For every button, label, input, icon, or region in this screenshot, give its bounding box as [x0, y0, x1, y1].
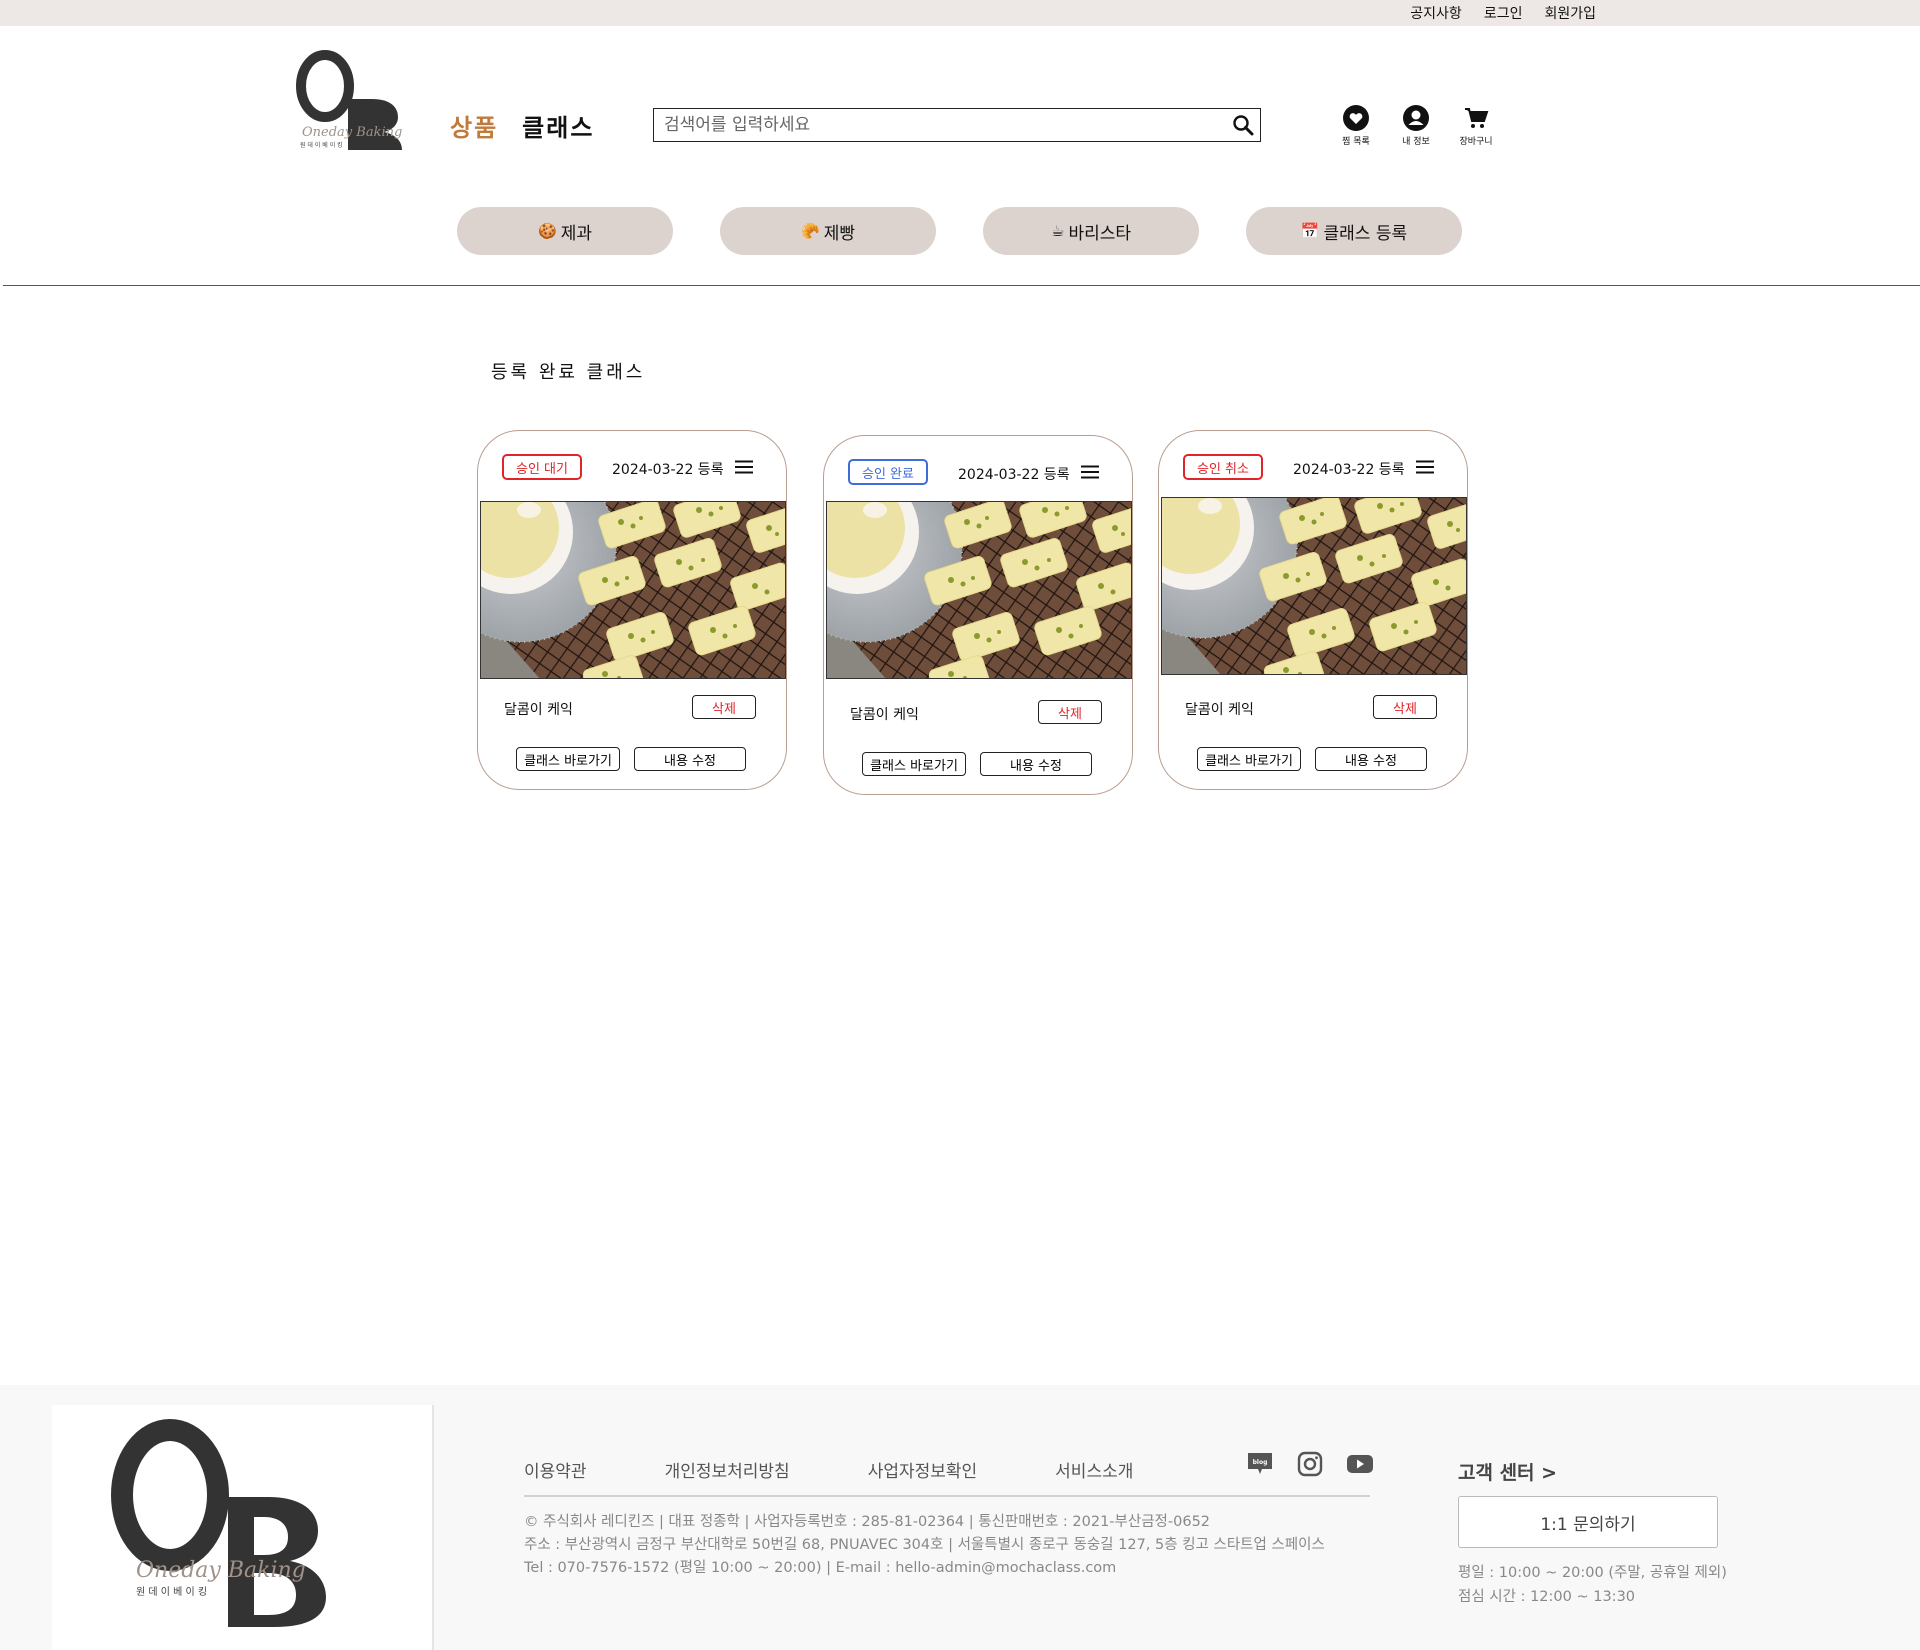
contact-line: Tel : 070-7576-1572 (평일 10:00 ~ 20:00) |… — [524, 1560, 1117, 1576]
my-info-button[interactable]: 내 정보 — [1400, 104, 1432, 147]
category-barista[interactable]: ☕ 바리스타 — [983, 207, 1199, 255]
category-bread[interactable]: 🥐 제빵 — [720, 207, 936, 255]
social-links: blog — [1246, 1451, 1374, 1477]
category-pastry[interactable]: 🍪 제과 — [457, 207, 673, 255]
status-badge: 승인 대기 — [502, 454, 582, 480]
company-info: © 주식회사 레디킨즈 | 대표 정종학 | 사업자등록번호 : 285-81-… — [524, 1511, 1325, 1580]
class-name: 달콤이 케익 — [1185, 702, 1254, 718]
status-badge: 승인 취소 — [1183, 454, 1263, 480]
menu-icon[interactable] — [1081, 465, 1099, 479]
user-icons: 찜 목록 내 정보 장바구니 — [1340, 104, 1493, 147]
inquiry-button[interactable]: 1:1 문의하기 — [1458, 1496, 1718, 1548]
site-footer: Oneday Baking 원 데 이 베 이 킹 이용약관 개인정보처리방침 … — [0, 1385, 1920, 1650]
youtube-icon[interactable] — [1346, 1451, 1374, 1477]
lunch-hours: 점심 시간 : 12:00 ~ 13:30 — [1458, 1589, 1636, 1605]
weekday-hours: 평일 : 10:00 ~ 20:00 (주말, 공휴일 제외) — [1458, 1565, 1727, 1581]
top-utility-bar: 공지사항 로그인 회원가입 — [0, 0, 1920, 26]
wishlist-button[interactable]: 찜 목록 — [1340, 104, 1372, 147]
svg-text:Oneday Baking: Oneday Baking — [136, 1558, 306, 1583]
nav-classes[interactable]: 클래스 — [522, 108, 594, 143]
delete-button[interactable]: 삭제 — [1373, 695, 1437, 719]
go-to-class-button[interactable]: 클래스 바로가기 — [862, 752, 966, 776]
register-date: 2024-03-22 등록 — [958, 467, 1070, 483]
svg-text:blog: blog — [1253, 1459, 1268, 1466]
address-line: 주소 : 부산광역시 금정구 부산대학로 50번길 68, PNUAVEC 30… — [524, 1537, 1325, 1553]
delete-button[interactable]: 삭제 — [1038, 700, 1102, 724]
search-input[interactable] — [654, 109, 1226, 141]
edit-content-button[interactable]: 내용 수정 — [634, 747, 746, 771]
coffee-icon: ☕ — [1050, 222, 1065, 240]
footer-links: 이용약관 개인정보처리방침 사업자정보확인 서비스소개 — [524, 1457, 1133, 1482]
register-date: 2024-03-22 등록 — [612, 462, 724, 478]
main-nav: 상품 클래스 — [450, 108, 594, 143]
service-intro-link[interactable]: 서비스소개 — [1055, 1457, 1133, 1482]
site-logo[interactable]: Oneday Baking 원 데 이 베 이 킹 — [292, 50, 414, 160]
my-info-label: 내 정보 — [1402, 137, 1430, 147]
heart-icon — [1343, 105, 1369, 131]
instagram-icon[interactable] — [1296, 1451, 1324, 1477]
search-box — [653, 108, 1261, 142]
svg-text:Oneday Baking: Oneday Baking — [302, 125, 402, 140]
class-thumbnail — [826, 501, 1132, 679]
header-divider — [3, 285, 1920, 286]
category-nav: 🍪 제과 🥐 제빵 ☕ 바리스타 📅 클래스 등록 — [457, 207, 1462, 255]
class-card: 승인 대기 2024-03-22 등록 달콤이 케익 삭제 클래스 바로가기 내… — [477, 430, 787, 790]
notice-link[interactable]: 공지사항 — [1410, 3, 1462, 23]
terms-link[interactable]: 이용약관 — [524, 1457, 587, 1482]
blog-icon[interactable]: blog — [1246, 1451, 1274, 1477]
logo-mark: Oneday Baking 원 데 이 베 이 킹 — [296, 50, 402, 150]
class-name: 달콤이 케익 — [850, 707, 919, 723]
top-links: 공지사항 로그인 회원가입 — [1410, 0, 1596, 26]
cookie-icon: 🍪 — [538, 222, 557, 240]
business-info-link[interactable]: 사업자정보확인 — [868, 1457, 977, 1482]
footer-logo: Oneday Baking 원 데 이 베 이 킹 — [52, 1405, 434, 1650]
class-name: 달콤이 케익 — [504, 702, 573, 718]
category-label: 제빵 — [823, 223, 855, 244]
menu-icon[interactable] — [735, 460, 753, 474]
category-label: 제과 — [560, 223, 592, 244]
category-label: 클래스 등록 — [1323, 223, 1408, 244]
edit-content-button[interactable]: 내용 수정 — [980, 752, 1092, 776]
search-icon[interactable] — [1226, 109, 1260, 141]
customer-center-link[interactable]: 고객 센터 > — [1458, 1458, 1557, 1485]
svg-text:원 데 이 베 이 킹: 원 데 이 베 이 킹 — [300, 141, 343, 149]
croissant-icon: 🥐 — [801, 222, 820, 240]
company-line: © 주식회사 레디킨즈 | 대표 정종학 | 사업자등록번호 : 285-81-… — [524, 1514, 1211, 1530]
category-class-register[interactable]: 📅 클래스 등록 — [1246, 207, 1462, 255]
class-card: 승인 완료 2024-03-22 등록 달콤이 케익 삭제 클래스 바로가기 내… — [823, 435, 1133, 795]
footer-logo-mark: Oneday Baking 원 데 이 베 이 킹 — [111, 1419, 326, 1627]
cart-icon — [1465, 108, 1489, 128]
nav-products[interactable]: 상품 — [450, 108, 498, 143]
calendar-icon: 📅 — [1300, 222, 1320, 240]
delete-button[interactable]: 삭제 — [692, 695, 756, 719]
go-to-class-button[interactable]: 클래스 바로가기 — [516, 747, 620, 771]
cart-button[interactable]: 장바구니 — [1459, 104, 1493, 147]
login-link[interactable]: 로그인 — [1484, 3, 1523, 23]
class-card: 승인 취소 2024-03-22 등록 달콤이 케익 삭제 클래스 바로가기 내… — [1158, 430, 1468, 790]
cart-label: 장바구니 — [1459, 137, 1493, 147]
edit-content-button[interactable]: 내용 수정 — [1315, 747, 1427, 771]
privacy-link[interactable]: 개인정보처리방침 — [665, 1457, 790, 1482]
menu-icon[interactable] — [1416, 460, 1434, 474]
signup-link[interactable]: 회원가입 — [1544, 3, 1596, 23]
svg-text:원 데 이 베 이 킹: 원 데 이 베 이 킹 — [136, 1586, 207, 1598]
status-badge: 승인 완료 — [848, 459, 928, 485]
class-thumbnail — [480, 501, 786, 679]
cs-hours: 평일 : 10:00 ~ 20:00 (주말, 공휴일 제외) 점심 시간 : … — [1458, 1561, 1727, 1609]
category-label: 바리스타 — [1068, 223, 1131, 244]
go-to-class-button[interactable]: 클래스 바로가기 — [1197, 747, 1301, 771]
class-thumbnail — [1161, 497, 1467, 675]
footer-divider — [524, 1495, 1370, 1497]
wishlist-label: 찜 목록 — [1342, 137, 1370, 147]
user-icon — [1403, 105, 1429, 131]
page-title: 등록 완료 클래스 — [491, 362, 646, 383]
register-date: 2024-03-22 등록 — [1293, 462, 1405, 478]
